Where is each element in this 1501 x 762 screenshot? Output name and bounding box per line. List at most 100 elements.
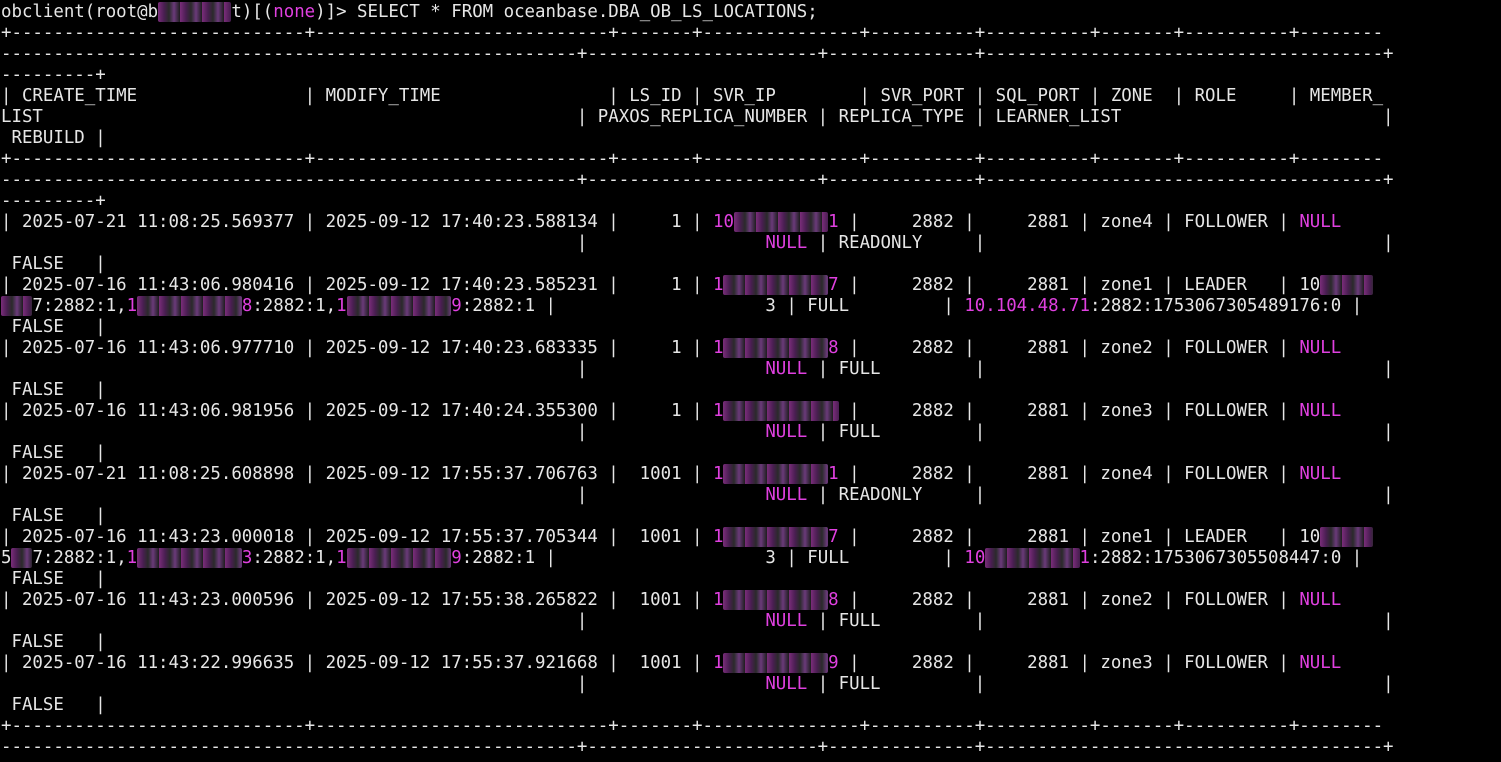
redacted-text bbox=[137, 548, 242, 568]
highlighted-value: NULL bbox=[1299, 338, 1342, 358]
output-text: ---------+ bbox=[1, 191, 106, 211]
terminal-window[interactable]: obclient(root@bi t)[(none)]> SELECT * FR… bbox=[0, 0, 1501, 762]
output-text: | bbox=[1, 611, 766, 631]
output-text: FALSE | bbox=[1, 443, 106, 463]
output-text: FALSE | bbox=[1, 506, 106, 526]
highlighted-value: NULL bbox=[765, 485, 808, 505]
highlighted-value: 8 bbox=[828, 338, 839, 358]
output-text: REBUILD | bbox=[1, 128, 106, 148]
redacted-text bbox=[723, 275, 829, 295]
terminal-output-line: ---------+ bbox=[1, 65, 1501, 86]
terminal-output-line: FALSE | bbox=[1, 695, 1501, 716]
redacted-text bbox=[346, 548, 452, 568]
output-text: FALSE | bbox=[1, 569, 106, 589]
output-text: )]> SELECT * FROM oceanbase.DBA_OB_LS_LO… bbox=[315, 2, 818, 22]
terminal-output-line: | 2025-07-16 11:43:22.996635 | 2025-09-1… bbox=[1, 653, 1501, 674]
highlighted-value: 9 bbox=[451, 296, 462, 316]
terminal-output-line: | 2025-07-16 11:43:23.000596 | 2025-09-1… bbox=[1, 590, 1501, 611]
output-text: | READONLY | | bbox=[807, 485, 1394, 505]
terminal-output-line: | 2025-07-16 11:43:23.000018 | 2025-09-1… bbox=[1, 527, 1501, 548]
highlighted-value: 1 bbox=[828, 464, 839, 484]
highlighted-value: 1 bbox=[712, 590, 724, 610]
output-text: +----------------------------+----------… bbox=[1, 23, 1384, 43]
output-text: | 2025-07-21 11:08:25.569377 | 2025-09-1… bbox=[1, 212, 713, 232]
output-text: | 2025-07-16 11:43:23.000596 | 2025-09-1… bbox=[1, 590, 713, 610]
output-text: obclient(root@b bbox=[1, 2, 159, 22]
redacted-text bbox=[1320, 527, 1373, 547]
terminal-output-line: +----------------------------+----------… bbox=[1, 149, 1501, 170]
highlighted-value: NULL bbox=[765, 611, 808, 631]
highlighted-value: NULL bbox=[1299, 590, 1342, 610]
output-text: | 2882 | 2881 | zone2 | FOLLOWER | bbox=[838, 338, 1300, 358]
redacted-text bbox=[11, 548, 33, 568]
output-text: +----------------------------+----------… bbox=[1, 716, 1384, 736]
terminal-output-line: FALSE | bbox=[1, 254, 1501, 275]
redacted-text bbox=[985, 548, 1080, 568]
output-text: | bbox=[1, 233, 766, 253]
terminal-output-line: ----------------------------------------… bbox=[1, 170, 1501, 191]
command-prompt-line: obclient(root@bi t)[(none)]> SELECT * FR… bbox=[1, 2, 1501, 23]
terminal-output-line: FALSE | bbox=[1, 569, 1501, 590]
terminal-output-line: | CREATE_TIME | MODIFY_TIME | LS_ID | SV… bbox=[1, 86, 1501, 107]
terminal-output-line: ----------------------------------------… bbox=[1, 737, 1501, 758]
output-text: | bbox=[1, 674, 766, 694]
terminal-output-line: LIST | PAXOS_REPLICA_NUMBER | REPLICA_TY… bbox=[1, 107, 1501, 128]
output-text: | 2882 | 2881 | zone4 | FOLLOWER | bbox=[838, 212, 1300, 232]
terminal-output-line: | 2025-07-21 11:08:25.608898 | 2025-09-1… bbox=[1, 464, 1501, 485]
terminal-output-line: 7:2882:1,1 8:2882:1,1 9:2882:1 | 3 | FUL… bbox=[1, 296, 1501, 317]
terminal-output-line: | 2025-07-21 11:08:25.569377 | 2025-09-1… bbox=[1, 212, 1501, 233]
terminal-output-line: | 2025-07-16 11:43:06.980416 | 2025-09-1… bbox=[1, 275, 1501, 296]
highlighted-value: 9 bbox=[451, 548, 462, 568]
highlighted-value: 1 bbox=[712, 338, 724, 358]
highlighted-value: 1 bbox=[126, 548, 138, 568]
output-text: | FULL | | bbox=[807, 674, 1394, 694]
terminal-output-line: FALSE | bbox=[1, 506, 1501, 527]
terminal-output-line: | NULL | READONLY | | bbox=[1, 233, 1501, 254]
terminal-output-line: FALSE | bbox=[1, 632, 1501, 653]
output-text: :2882:1753067305489176:0 | bbox=[1089, 296, 1363, 316]
terminal-output-line: | NULL | FULL | | bbox=[1, 674, 1501, 695]
terminal-output-line: FALSE | bbox=[1, 317, 1501, 338]
output-text: | 2025-07-16 11:43:06.980416 | 2025-09-1… bbox=[1, 275, 713, 295]
output-text: | bbox=[1, 485, 766, 505]
highlighted-value: 10 bbox=[712, 212, 734, 232]
terminal-output-line: +----------------------------+----------… bbox=[1, 716, 1501, 737]
redacted-text bbox=[723, 590, 829, 610]
highlighted-value: 7 bbox=[828, 275, 839, 295]
highlighted-value: NULL bbox=[765, 422, 808, 442]
redacted-text bbox=[723, 527, 829, 547]
output-text: LIST | PAXOS_REPLICA_NUMBER | REPLICA_TY… bbox=[1, 107, 1394, 127]
output-text: FALSE | bbox=[1, 254, 106, 274]
terminal-output-line: | NULL | FULL | | bbox=[1, 359, 1501, 380]
output-text: 7:2882:1, bbox=[32, 548, 127, 568]
highlighted-value: NULL bbox=[1299, 212, 1342, 232]
output-text: +----------------------------+----------… bbox=[1, 149, 1384, 169]
terminal-output-line: | NULL | FULL | | bbox=[1, 422, 1501, 443]
highlighted-value: 1 bbox=[336, 548, 347, 568]
redacted-text bbox=[346, 296, 452, 316]
output-text: | 2025-07-21 11:08:25.608898 | 2025-09-1… bbox=[1, 464, 713, 484]
highlighted-value: NULL bbox=[765, 359, 808, 379]
highlighted-value: 1 bbox=[126, 296, 138, 316]
terminal-output-line: | 2025-07-16 11:43:06.977710 | 2025-09-1… bbox=[1, 338, 1501, 359]
output-text: :2882:1 | 3 | FULL | bbox=[461, 296, 965, 316]
highlighted-value: NULL bbox=[1299, 464, 1342, 484]
redacted-text bbox=[1320, 275, 1373, 295]
terminal-output-line: ----------------------------------------… bbox=[1, 44, 1501, 65]
highlighted-value: none bbox=[273, 2, 316, 22]
redacted-text bbox=[723, 464, 829, 484]
output-text: t)[( bbox=[231, 2, 274, 22]
output-text: | 2025-07-16 11:43:06.977710 | 2025-09-1… bbox=[1, 338, 713, 358]
output-text: | 2882 | 2881 | zone1 | LEADER | 10 bbox=[838, 527, 1321, 547]
output-text: | bbox=[1, 422, 766, 442]
output-text: FALSE | bbox=[1, 317, 106, 337]
highlighted-value: 9 bbox=[828, 653, 839, 673]
highlighted-value: 1 bbox=[712, 464, 724, 484]
redacted-text bbox=[137, 296, 242, 316]
output-text: | 2882 | 2881 | zone3 | FOLLOWER | bbox=[838, 653, 1300, 673]
output-text: ----------------------------------------… bbox=[1, 737, 1394, 757]
output-text: | 2025-07-16 11:43:22.996635 | 2025-09-1… bbox=[1, 653, 713, 673]
highlighted-value: 1 bbox=[336, 296, 347, 316]
output-text: :2882:1753067305508447:0 | bbox=[1090, 548, 1363, 568]
output-text: :2882:1 | 3 | FULL | bbox=[461, 548, 965, 568]
